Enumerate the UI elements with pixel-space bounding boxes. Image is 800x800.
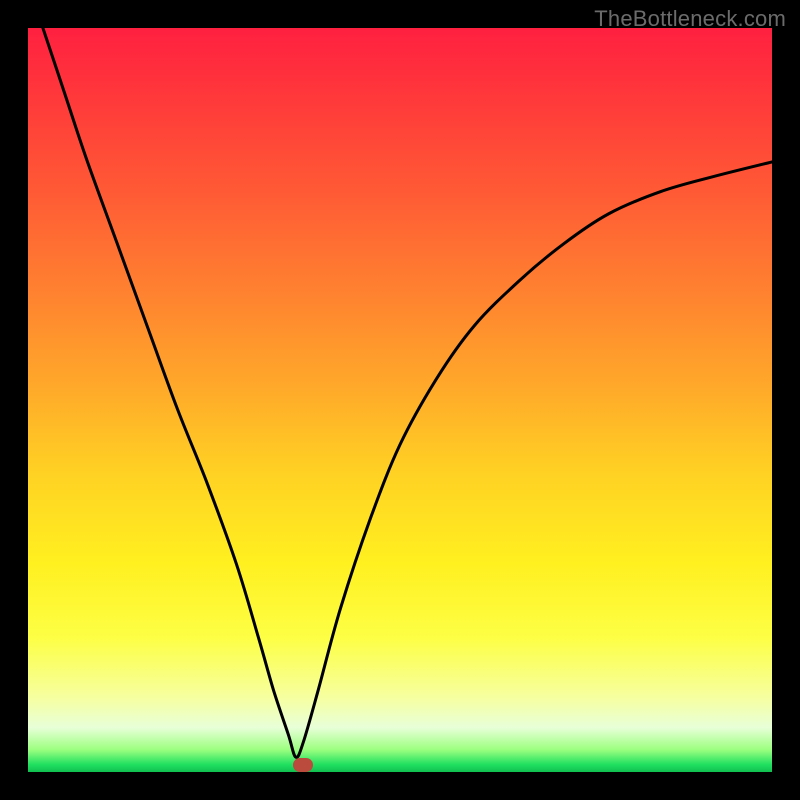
plot-area — [28, 28, 772, 772]
chart-frame: TheBottleneck.com — [0, 0, 800, 800]
watermark-label: TheBottleneck.com — [594, 6, 786, 32]
min-marker-icon — [293, 758, 313, 772]
bottleneck-curve — [28, 28, 772, 772]
